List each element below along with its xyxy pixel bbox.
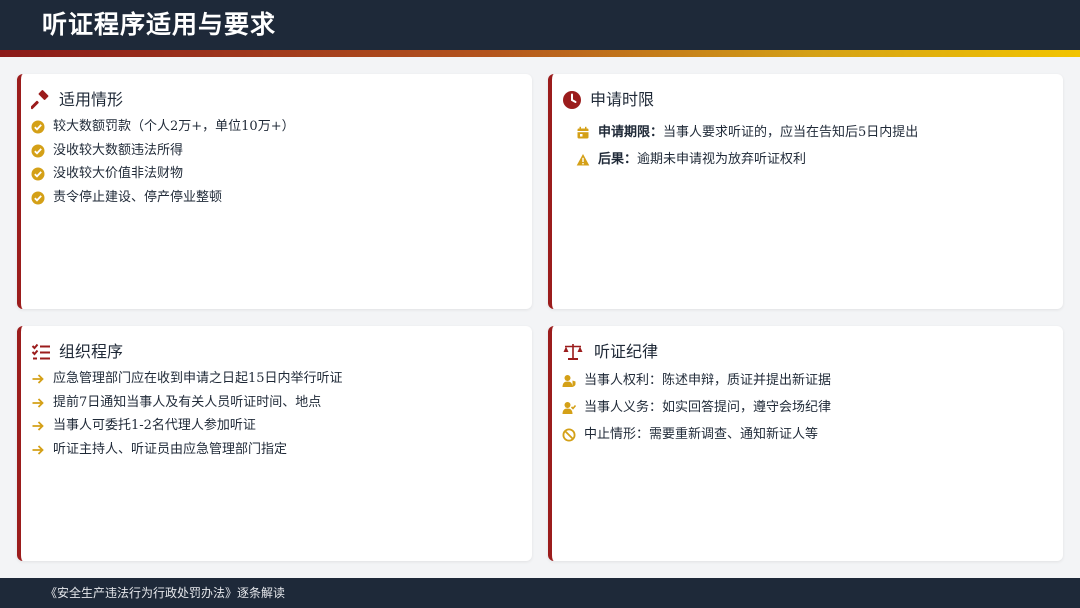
card-title: 组织程序	[59, 342, 124, 361]
ban-icon	[562, 428, 576, 442]
check-circle-icon	[31, 144, 45, 157]
list-item: 提前7日通知当事人及有关人员听证时间、地点	[31, 394, 343, 412]
card-scope: 适用情形 较大数额罚款（个人2万+，单位10万+） 没收较大数额违法所得 没收较…	[17, 74, 532, 309]
card-discipline: 听证纪律 当事人权利：陈述申辩，质证并提出新证据 当事人义务：如实回答提问，遵守…	[548, 326, 1063, 561]
check-circle-icon	[31, 191, 45, 204]
list-item: 较大数额罚款（个人2万+，单位10万+）	[31, 118, 295, 136]
check-circle-icon	[31, 120, 45, 134]
warning-icon	[576, 154, 590, 166]
deadline-list: 申请期限：当事人要求听证的，应当在告知后5日内提出 后果：逾期未申请视为放弃听证…	[576, 124, 918, 178]
list-item: 听证主持人、听证员由应急管理部门指定	[31, 441, 343, 459]
list-item: 当事人可委托1-2名代理人参加听证	[31, 417, 343, 435]
clock-icon	[563, 91, 581, 109]
arrow-right-icon	[32, 421, 44, 431]
card-procedure: 组织程序 应急管理部门应在收到申请之日起15日内举行听证 提前7日通知当事人及有…	[17, 326, 532, 561]
checklist-icon	[31, 343, 50, 360]
list-item: 中止情形：需要重新调查、通知新证人等	[562, 426, 831, 444]
scope-list: 较大数额罚款（个人2万+，单位10万+） 没收较大数额违法所得 没收较大价值非法…	[31, 118, 295, 212]
calendar-icon	[577, 126, 589, 139]
card-title: 适用情形	[59, 90, 124, 109]
scale-icon	[563, 344, 583, 360]
footer: 《安全生产违法行为行政处罚办法》逐条解读	[0, 578, 1080, 608]
card-deadline: 申请时限 申请期限：当事人要求听证的，应当在告知后5日内提出 后果：逾期未申请视…	[548, 74, 1063, 309]
card-title: 申请时限	[590, 90, 655, 109]
page-title: 听证程序适用与要求	[42, 10, 277, 39]
list-item: 没收较大数额违法所得	[31, 142, 295, 160]
header: 听证程序适用与要求	[0, 0, 1080, 50]
arrow-right-icon	[32, 374, 44, 384]
list-item: 当事人权利：陈述申辩，质证并提出新证据	[562, 372, 831, 390]
gavel-icon	[31, 90, 49, 110]
check-circle-icon	[31, 167, 45, 181]
list-item: 申请期限：当事人要求听证的，应当在告知后5日内提出	[576, 124, 918, 142]
arrow-right-icon	[32, 444, 44, 455]
header-gradient-bar	[0, 50, 1080, 57]
list-item: 当事人义务：如实回答提问，遵守会场纪律	[562, 399, 831, 417]
list-item: 责令停止建设、停产停业整顿	[31, 189, 295, 207]
card-title: 听证纪律	[594, 342, 659, 361]
arrow-right-icon	[32, 397, 44, 408]
user-shield-icon	[562, 375, 576, 387]
list-item: 后果：逾期未申请视为放弃听证权利	[576, 151, 918, 169]
list-item: 没收较大价值非法财物	[31, 165, 295, 183]
discipline-list: 当事人权利：陈述申辩，质证并提出新证据 当事人义务：如实回答提问，遵守会场纪律 …	[562, 372, 831, 450]
user-check-icon	[562, 402, 576, 414]
list-item: 应急管理部门应在收到申请之日起15日内举行听证	[31, 370, 343, 388]
procedure-list: 应急管理部门应在收到申请之日起15日内举行听证 提前7日通知当事人及有关人员听证…	[31, 370, 343, 464]
footer-text: 《安全生产违法行为行政处罚办法》逐条解读	[45, 586, 286, 600]
